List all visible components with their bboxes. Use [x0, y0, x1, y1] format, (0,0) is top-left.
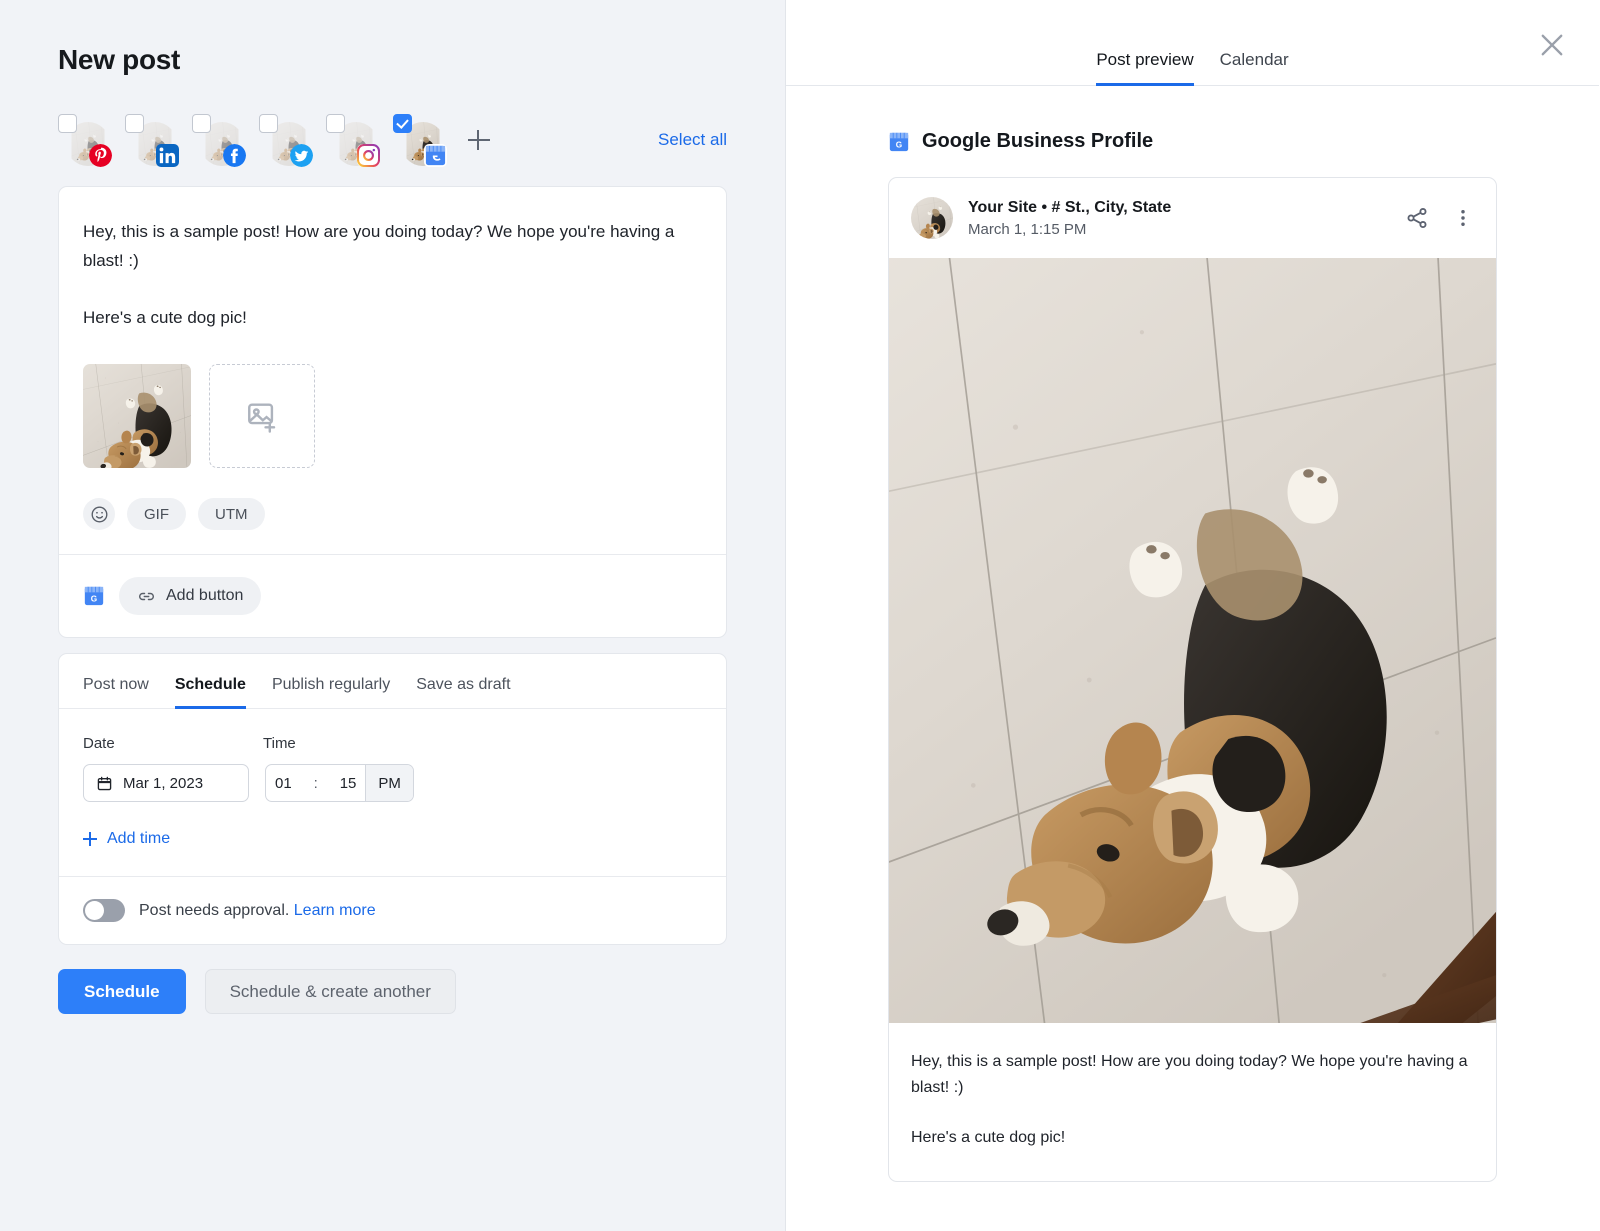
share-icon[interactable] — [1404, 205, 1430, 231]
linkedin-icon — [156, 144, 179, 167]
account-pinterest[interactable] — [58, 114, 112, 167]
svg-text:G: G — [896, 140, 902, 149]
avatar — [911, 197, 953, 239]
select-all-link[interactable]: Select all — [658, 130, 727, 150]
approval-text: Post needs approval. — [139, 901, 290, 919]
google-business-profile-icon: G — [889, 132, 909, 151]
facebook-icon — [223, 144, 246, 167]
gif-button[interactable]: GIF — [127, 498, 186, 530]
approval-text-wrap: Post needs approval. Learn more — [139, 902, 376, 920]
composer-panel: New post Select all Hey, this is a sampl… — [0, 0, 786, 1231]
post-text-paragraph-1[interactable]: Hey, this is a sample post! How are you … — [83, 217, 702, 275]
time-label: Time — [263, 735, 296, 752]
tab-publish-regularly[interactable]: Publish regularly — [272, 676, 390, 709]
account-selector: Select all — [58, 109, 727, 171]
add-button-cta[interactable]: Add button — [119, 577, 262, 615]
preview-panel: Post preview Calendar G Google Business … — [786, 0, 1599, 1231]
pinterest-icon — [89, 144, 112, 167]
add-button-row: G Add button — [59, 555, 726, 637]
attached-image-thumbnail[interactable] — [83, 364, 191, 468]
preview-caption-paragraph-1: Hey, this is a sample post! How are you … — [911, 1053, 1468, 1096]
account-twitter[interactable] — [259, 114, 313, 167]
add-time-label: Add time — [107, 830, 171, 847]
schedule-create-another-button[interactable]: Schedule & create another — [204, 969, 456, 1014]
tab-schedule[interactable]: Schedule — [174, 676, 246, 709]
date-time-inputs: Mar 1, 2023 01 : 15 PM — [83, 764, 702, 802]
utm-button[interactable]: UTM — [198, 498, 265, 530]
account-checkbox-twitter[interactable] — [259, 114, 278, 133]
toggle-knob — [85, 901, 104, 920]
time-separator: : — [313, 774, 318, 792]
field-labels: Date Time — [83, 735, 702, 752]
account-checkbox-pinterest[interactable] — [58, 114, 77, 133]
preview-timestamp: March 1, 1:15 PM — [968, 220, 1087, 238]
new-post-screen: New post Select all Hey, this is a sampl… — [0, 0, 1600, 1231]
account-checkbox-google-business-profile[interactable] — [393, 114, 412, 133]
approval-toggle[interactable] — [83, 899, 125, 922]
preview-card: Your Site • # St., City, State March 1, … — [888, 177, 1497, 1182]
media-attachments — [83, 364, 702, 468]
date-value: Mar 1, 2023 — [123, 774, 204, 792]
add-account-button[interactable] — [466, 127, 492, 153]
page-title: New post — [58, 44, 181, 75]
add-image-icon — [248, 403, 276, 433]
time-input[interactable]: 01 : 15 PM — [265, 764, 414, 802]
date-label: Date — [83, 735, 115, 752]
svg-text:G: G — [91, 595, 97, 604]
tab-post-now[interactable]: Post now — [83, 676, 149, 709]
time-minute[interactable]: 15 — [331, 765, 366, 801]
plus-icon — [83, 832, 97, 846]
tab-save-as-draft[interactable]: Save as draft — [416, 676, 510, 709]
preview-card-header: Your Site • # St., City, State March 1, … — [889, 178, 1496, 258]
preview-account-meta: Your Site • # St., City, State March 1, … — [968, 199, 1389, 238]
learn-more-link[interactable]: Learn more — [294, 902, 376, 919]
post-text-paragraph-2[interactable]: Here's a cute dog pic! — [83, 303, 702, 332]
close-button[interactable] — [1535, 28, 1569, 62]
preview-photo — [889, 258, 1496, 1023]
account-instagram[interactable] — [326, 114, 380, 167]
time-ampm-toggle[interactable]: PM — [365, 765, 413, 801]
form-actions: Schedule Schedule & create another — [58, 969, 727, 1014]
instagram-icon — [357, 144, 380, 167]
preview-content: G Google Business Profile Your Site • # … — [786, 86, 1599, 1182]
preview-caption-paragraph-2: Here's a cute dog pic! — [911, 1129, 1066, 1146]
add-button-label: Add button — [166, 587, 244, 604]
emoji-icon — [91, 506, 107, 522]
preview-platform-title: G Google Business Profile — [888, 130, 1497, 153]
approval-row: Post needs approval. Learn more — [59, 877, 726, 944]
google-business-profile-icon — [424, 144, 447, 167]
tab-calendar[interactable]: Calendar — [1220, 50, 1289, 86]
schedule-fields: Date Time Mar 1, 2023 01 : 15 PM Add tim… — [59, 709, 726, 876]
close-icon — [1541, 34, 1563, 56]
preview-card-actions — [1404, 205, 1474, 231]
preview-platform-name: Google Business Profile — [922, 130, 1154, 152]
composer-body: Hey, this is a sample post! How are you … — [59, 187, 726, 554]
calendar-icon — [97, 776, 112, 790]
composer-card: Hey, this is a sample post! How are you … — [58, 186, 727, 638]
twitter-icon — [290, 144, 313, 167]
preview-tabs: Post preview Calendar — [1096, 50, 1289, 86]
account-google-business-profile[interactable] — [393, 114, 447, 167]
link-icon — [139, 592, 154, 600]
preview-header: Post preview Calendar — [786, 0, 1599, 86]
time-hour[interactable]: 01 — [266, 765, 301, 801]
account-linkedin[interactable] — [125, 114, 179, 167]
account-checkbox-linkedin[interactable] — [125, 114, 144, 133]
composer-tools: GIF UTM — [83, 498, 702, 530]
account-checkbox-facebook[interactable] — [192, 114, 211, 133]
schedule-tabs: Post now Schedule Publish regularly Save… — [59, 654, 726, 709]
schedule-button[interactable]: Schedule — [58, 969, 186, 1014]
google-business-profile-icon: G — [84, 586, 104, 606]
preview-account-name: Your Site • # St., City, State — [968, 198, 1172, 216]
account-checkbox-instagram[interactable] — [326, 114, 345, 133]
add-image-button[interactable] — [209, 364, 315, 468]
preview-caption: Hey, this is a sample post! How are you … — [889, 1023, 1496, 1181]
add-time-button[interactable]: Add time — [83, 830, 702, 848]
emoji-button[interactable] — [83, 498, 115, 530]
date-input[interactable]: Mar 1, 2023 — [83, 764, 249, 802]
schedule-card: Post now Schedule Publish regularly Save… — [58, 653, 727, 945]
account-facebook[interactable] — [192, 114, 246, 167]
tab-post-preview[interactable]: Post preview — [1096, 50, 1194, 86]
more-vertical-icon[interactable] — [1452, 207, 1474, 229]
